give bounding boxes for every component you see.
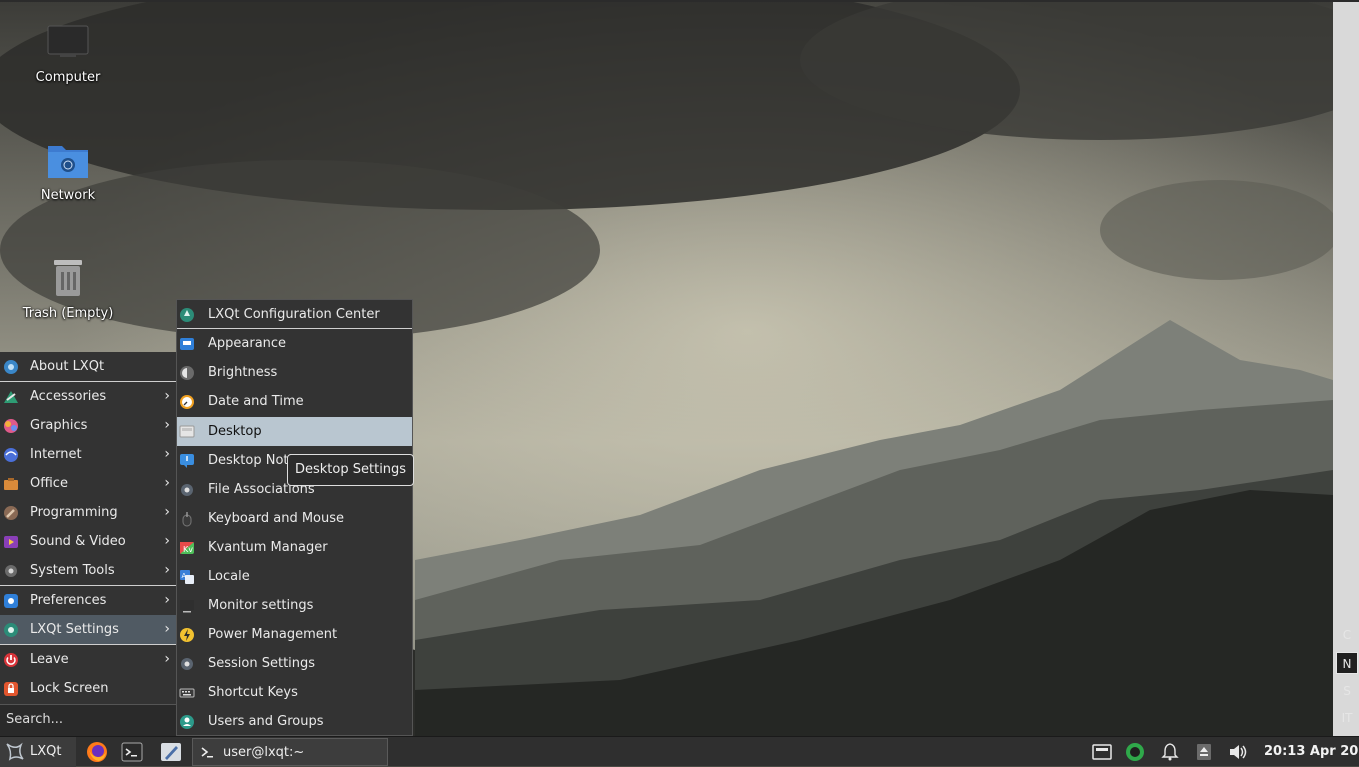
system-tools-icon	[5, 565, 17, 577]
menu-search-input[interactable]: Search...	[0, 704, 176, 736]
submenu-item-session-settings[interactable]: Session Settings	[177, 649, 412, 678]
brightness-icon	[180, 366, 194, 380]
kvantum-icon: Kv	[180, 542, 194, 554]
menu-item-internet[interactable]: Internet ›	[0, 440, 176, 469]
menu-item-lock-screen[interactable]: Lock Screen	[0, 674, 176, 703]
submenu-item-brightness[interactable]: Brightness	[177, 358, 412, 387]
office-icon	[4, 478, 18, 490]
submenu-item-desktop[interactable]: Desktop	[177, 417, 412, 446]
accessories-icon	[4, 391, 18, 403]
right-panel-item-c[interactable]: C	[1336, 624, 1358, 646]
keyboard-icon	[179, 688, 195, 698]
submenu-arrow-icon: ›	[164, 533, 170, 549]
tooltip: Desktop Settings	[287, 454, 415, 486]
desktop-icon-label: Network	[40, 188, 96, 203]
clock-icon	[180, 395, 194, 409]
terminal-icon	[201, 747, 213, 758]
notifications-icon	[180, 454, 194, 468]
svg-text:A: A	[182, 572, 187, 580]
submenu-arrow-icon: ›	[164, 388, 170, 404]
submenu-arrow-icon: ›	[164, 621, 170, 637]
start-menu-label: LXQt	[30, 744, 62, 759]
leave-icon	[4, 653, 18, 667]
menu-item-sound-video[interactable]: Sound & Video ›	[0, 527, 176, 556]
users-icon	[180, 715, 194, 729]
submenu-item-users-and-groups[interactable]: Users and Groups	[177, 707, 412, 736]
submenu-item-power-management[interactable]: Power Management	[177, 620, 412, 649]
submenu-arrow-icon: ›	[164, 651, 170, 667]
submenu-item-kvantum-manager[interactable]: Kv Kvantum Manager	[177, 533, 412, 562]
desktop-icon-label: Trash (Empty)	[22, 306, 114, 321]
submenu-item-keyboard-and-mouse[interactable]: Keyboard and Mouse	[177, 504, 412, 533]
svg-text:Kv: Kv	[183, 545, 193, 554]
submenu-item-monitor-settings[interactable]: Monitor settings	[177, 591, 412, 620]
update-tray-icon[interactable]	[1125, 742, 1145, 762]
terminal-icon[interactable]	[120, 740, 144, 764]
submenu-item-configuration-center[interactable]: LXQt Configuration Center	[177, 300, 412, 329]
programming-icon	[4, 506, 18, 520]
right-panel-item-s[interactable]: S	[1336, 680, 1358, 702]
power-icon	[180, 628, 194, 642]
submenu-item-appearance[interactable]: Appearance	[177, 329, 412, 358]
start-menu-button[interactable]: LXQt	[0, 737, 76, 767]
volume-icon[interactable]	[1228, 742, 1248, 762]
menu-item-about-lxqt[interactable]: About LXQt	[0, 352, 176, 381]
file-associations-icon	[181, 484, 193, 496]
menu-item-office[interactable]: Office ›	[0, 469, 176, 498]
application-menu: About LXQt Accessories › Graphics › Inte…	[0, 352, 177, 736]
desktop-icon-trash[interactable]: Trash (Empty)	[13, 258, 123, 321]
submenu-item-date-and-time[interactable]: Date and Time	[177, 387, 412, 416]
submenu-arrow-icon: ›	[164, 504, 170, 520]
desktop-icon-computer[interactable]: Computer	[13, 22, 123, 85]
network-folder-icon	[48, 146, 88, 178]
config-center-icon	[180, 308, 194, 322]
text-editor-icon[interactable]	[159, 740, 183, 764]
monitor-icon	[180, 600, 194, 613]
submenu-item-locale[interactable]: A Locale	[177, 562, 412, 591]
taskbar: LXQt user@lxqt:~ 20:13 Apr 20	[0, 736, 1359, 767]
menu-item-system-tools[interactable]: System Tools ›	[0, 556, 176, 585]
trash-icon	[54, 260, 82, 296]
session-icon	[181, 658, 193, 670]
appearance-icon	[180, 338, 194, 350]
submenu-arrow-icon: ›	[164, 592, 170, 608]
task-title: user@lxqt:~	[223, 745, 305, 760]
desktop-icon-label: Computer	[35, 70, 101, 85]
locale-icon: A	[180, 570, 194, 584]
internet-icon	[4, 448, 18, 462]
right-panel-item-n[interactable]: N	[1336, 652, 1358, 674]
menu-item-leave[interactable]: Leave ›	[0, 645, 176, 674]
lxqt-settings-icon	[4, 623, 18, 637]
submenu-arrow-icon: ›	[164, 562, 170, 578]
submenu-arrow-icon: ›	[164, 417, 170, 433]
network-tray-icon[interactable]	[1092, 742, 1112, 762]
menu-item-lxqt-settings[interactable]: LXQt Settings ›	[0, 615, 176, 644]
menu-item-preferences[interactable]: Preferences ›	[0, 586, 176, 615]
computer-icon	[47, 25, 89, 57]
desktop-icon-network[interactable]: Network	[13, 140, 123, 203]
notification-bell-icon[interactable]	[1160, 742, 1180, 762]
right-panel-item-it[interactable]: IT	[1336, 707, 1358, 729]
graphics-icon	[4, 419, 18, 433]
top-edge	[0, 0, 1359, 2]
menu-item-programming[interactable]: Programming ›	[0, 498, 176, 527]
menu-item-accessories[interactable]: Accessories ›	[0, 382, 176, 411]
lxqt-logo-icon	[6, 742, 24, 761]
clock[interactable]: 20:13 Apr 20	[1264, 744, 1358, 759]
menu-item-graphics[interactable]: Graphics ›	[0, 411, 176, 440]
submenu-arrow-icon: ›	[164, 446, 170, 462]
mouse-icon	[182, 512, 192, 527]
lock-icon	[4, 682, 18, 696]
preferences-icon	[4, 594, 18, 608]
taskbar-window-terminal[interactable]: user@lxqt:~	[192, 738, 388, 766]
eject-tray-icon[interactable]	[1194, 742, 1214, 762]
submenu-arrow-icon: ›	[164, 475, 170, 491]
submenu-item-shortcut-keys[interactable]: Shortcut Keys	[177, 678, 412, 707]
desktop-icon	[179, 425, 195, 438]
sound-video-icon	[4, 536, 18, 548]
lxqt-about-icon	[4, 360, 18, 374]
lxqt-settings-submenu: LXQt Configuration Center Appearance Bri…	[176, 299, 413, 736]
firefox-icon[interactable]	[85, 740, 109, 764]
